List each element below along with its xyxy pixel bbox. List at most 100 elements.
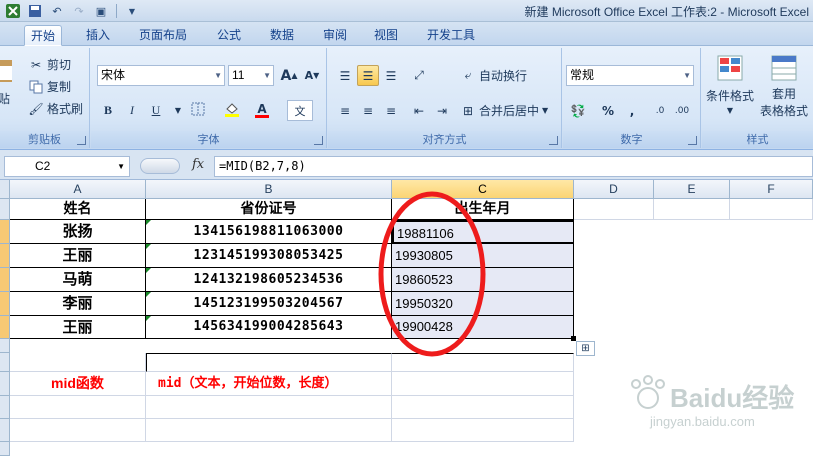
format-painter-button[interactable]: 🖌 格式刷	[28, 100, 83, 117]
wrap-text-button[interactable]: ⤶ 自动换行	[460, 67, 527, 84]
tab-data[interactable]: 数据	[264, 25, 300, 46]
empty-cell[interactable]	[574, 199, 654, 220]
excel-logo-icon[interactable]	[4, 3, 22, 19]
clipboard-launcher-icon[interactable]	[77, 136, 86, 145]
mid-syntax-label[interactable]: mid（文本，开始位数，长度）	[146, 372, 392, 396]
bold-button[interactable]: B	[97, 100, 119, 121]
empty-cell[interactable]	[146, 419, 392, 442]
align-middle-button[interactable]: ☰	[357, 65, 379, 86]
font-color-button[interactable]: A	[251, 100, 273, 121]
alignment-launcher-icon[interactable]	[549, 136, 558, 145]
name-cell[interactable]: 王丽	[10, 244, 146, 268]
undo-icon[interactable]: ↶	[48, 3, 66, 19]
insert-function-icon[interactable]: fx	[192, 157, 204, 172]
id-cell[interactable]: 124132198605234536	[146, 268, 392, 292]
customize-toolbar-icon[interactable]: ▼	[123, 3, 141, 19]
format-as-table-button[interactable]: 套用 表格格式	[760, 54, 808, 119]
decrease-decimal-button[interactable]: .00	[671, 100, 693, 121]
name-cell[interactable]: 张扬	[10, 220, 146, 244]
align-center-button[interactable]: ≡	[357, 100, 379, 121]
empty-cell[interactable]	[146, 396, 392, 419]
column-header-e[interactable]: E	[654, 180, 730, 199]
id-cell[interactable]: 145634199004285643	[146, 316, 392, 339]
empty-cell[interactable]	[10, 353, 146, 372]
empty-cell[interactable]	[146, 353, 392, 372]
mid-function-label[interactable]: mid函数	[10, 372, 146, 396]
auto-fill-options-button[interactable]: ⊞	[576, 341, 595, 356]
tab-formulas[interactable]: 公式	[211, 25, 247, 46]
number-format-select[interactable]: 常规 ▼	[566, 65, 694, 86]
tab-view[interactable]: 视图	[368, 25, 404, 46]
id-cell[interactable]: 145123199503204567	[146, 292, 392, 316]
accounting-format-button[interactable]: 💱	[567, 100, 589, 121]
font-launcher-icon[interactable]	[314, 136, 323, 145]
increase-indent-button[interactable]: ⇥	[431, 100, 453, 121]
row-header[interactable]	[0, 316, 10, 339]
conditional-formatting-button[interactable]: 条件格式 ▼	[706, 54, 754, 115]
empty-cell[interactable]	[392, 372, 574, 396]
empty-cell[interactable]	[10, 396, 146, 419]
name-cell[interactable]: 马萌	[10, 268, 146, 292]
font-name-select[interactable]: 宋体 ▼	[97, 65, 225, 86]
row-header[interactable]	[0, 199, 10, 220]
worksheet-grid[interactable]: A B C D E F 姓名 省份证号 出生年月 张扬 134156198811…	[0, 180, 813, 456]
align-right-button[interactable]: ≡	[380, 100, 402, 121]
empty-cell[interactable]	[392, 419, 574, 442]
underline-button[interactable]: U	[145, 100, 167, 121]
row-header[interactable]	[0, 220, 10, 244]
column-header-b[interactable]: B	[146, 180, 392, 199]
id-cell[interactable]: 134156198811063000	[146, 220, 392, 244]
empty-cell[interactable]	[654, 199, 730, 220]
italic-button[interactable]: I	[121, 100, 143, 121]
column-header-f[interactable]: F	[730, 180, 813, 199]
formula-input[interactable]: =MID(B2,7,8)	[214, 156, 813, 177]
align-top-button[interactable]: ☰	[334, 65, 356, 86]
number-launcher-icon[interactable]	[688, 136, 697, 145]
decrease-indent-button[interactable]: ⇤	[408, 100, 430, 121]
row-header[interactable]	[0, 339, 10, 353]
column-header-a[interactable]: A	[10, 180, 146, 199]
tab-page-layout[interactable]: 页面布局	[133, 25, 193, 46]
shrink-font-button[interactable]: A ▼	[301, 65, 323, 86]
align-left-button[interactable]: ≡	[334, 100, 356, 121]
row-header[interactable]	[0, 372, 10, 396]
row-header[interactable]	[0, 396, 10, 419]
paste-button[interactable]: 贴	[0, 56, 14, 107]
header-cell-name[interactable]: 姓名	[10, 199, 146, 220]
save-icon[interactable]	[26, 3, 44, 19]
row-header[interactable]	[0, 244, 10, 268]
copy-button[interactable]: 复制	[28, 78, 71, 95]
row-header[interactable]	[0, 268, 10, 292]
name-cell[interactable]: 李丽	[10, 292, 146, 316]
tab-insert[interactable]: 插入	[80, 25, 116, 46]
orientation-button[interactable]: ⤢	[408, 65, 430, 86]
merge-center-button[interactable]: ⊞ 合并后居中 ▼	[460, 102, 548, 119]
empty-cell[interactable]	[730, 199, 813, 220]
fill-color-button[interactable]	[221, 100, 243, 121]
row-header[interactable]	[0, 292, 10, 316]
empty-cell[interactable]	[392, 396, 574, 419]
formula-bar-splitter[interactable]	[140, 158, 180, 174]
borders-button[interactable]	[187, 100, 209, 121]
select-all-corner[interactable]	[0, 180, 10, 199]
row-header[interactable]	[0, 419, 10, 442]
grow-font-button[interactable]: A ▲	[278, 65, 300, 86]
tab-developer[interactable]: 开发工具	[421, 25, 481, 46]
align-bottom-button[interactable]: ☰	[380, 65, 402, 86]
underline-dropdown-icon[interactable]: ▼	[167, 100, 189, 121]
phonetic-button[interactable]: 文	[287, 100, 313, 121]
row-header[interactable]	[0, 353, 10, 372]
name-box[interactable]: C2 ▼	[4, 156, 130, 177]
font-size-select[interactable]: 11 ▼	[228, 65, 274, 86]
empty-cell[interactable]	[10, 419, 146, 442]
tab-home[interactable]: 开始	[24, 25, 63, 46]
comma-button[interactable]: ,	[621, 100, 643, 121]
tab-review[interactable]: 审阅	[317, 25, 353, 46]
column-header-d[interactable]: D	[574, 180, 654, 199]
print-preview-icon[interactable]: ▣	[92, 3, 110, 19]
increase-decimal-button[interactable]: .0	[649, 100, 671, 121]
redo-icon[interactable]: ↷	[70, 3, 88, 19]
cut-button[interactable]: ✂ 剪切	[28, 56, 71, 73]
header-cell-id[interactable]: 省份证号	[146, 199, 392, 220]
percent-button[interactable]: %	[597, 100, 619, 121]
